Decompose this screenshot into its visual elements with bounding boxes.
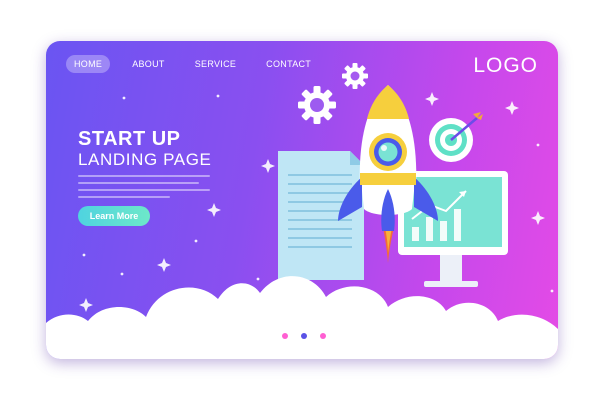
target-icon: [429, 112, 483, 162]
nav-service[interactable]: SERVICE: [187, 55, 244, 73]
hero-subtitle: LANDING PAGE: [78, 150, 212, 169]
landing-page-frame: HOME ABOUT SERVICE CONTACT LOGO START UP…: [46, 41, 558, 359]
pagination-dot[interactable]: [320, 333, 326, 339]
top-nav: HOME ABOUT SERVICE CONTACT: [66, 55, 319, 73]
pagination-dot-active[interactable]: [301, 333, 307, 339]
hero-title: START UP: [78, 128, 181, 150]
cloud-icon: [46, 276, 558, 359]
learn-more-button[interactable]: Learn More: [78, 206, 150, 226]
brand-logo[interactable]: LOGO: [473, 54, 538, 78]
nav-contact[interactable]: CONTACT: [258, 55, 319, 73]
nav-about[interactable]: ABOUT: [124, 55, 173, 73]
document-icon: [278, 151, 364, 280]
placeholder-text-block: [78, 175, 210, 203]
pagination-dot[interactable]: [282, 333, 288, 339]
gear-icon: [342, 63, 368, 89]
gear-icon: [298, 86, 336, 124]
pagination-dots: [282, 333, 326, 339]
nav-home[interactable]: HOME: [66, 55, 111, 73]
